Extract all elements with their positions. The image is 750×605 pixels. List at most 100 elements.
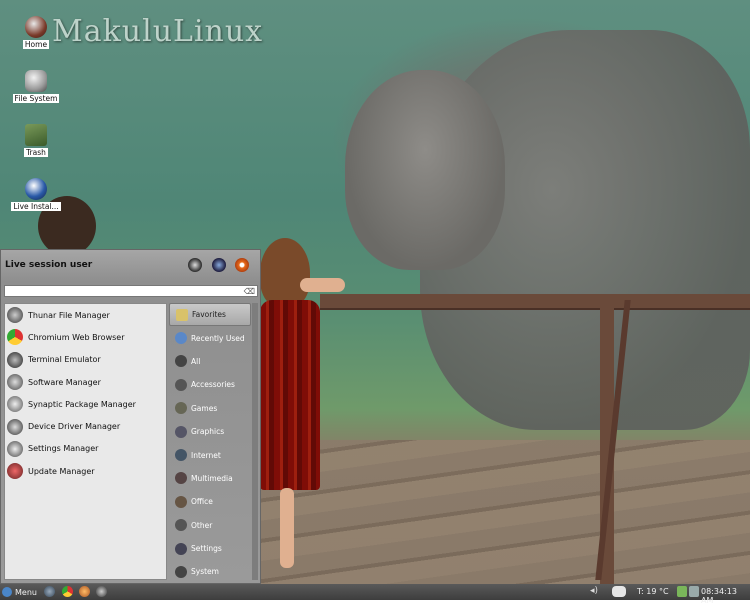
desktop-icon-home[interactable]: Home bbox=[4, 16, 68, 49]
driver-icon bbox=[7, 418, 23, 435]
category-label: Games bbox=[191, 403, 218, 413]
girl-leg bbox=[280, 488, 294, 568]
taskbar: Menu ◂) T: 19 °C 08:34:13 AM bbox=[0, 584, 750, 605]
category-label: Settings bbox=[191, 544, 222, 554]
category-label: Favorites bbox=[192, 310, 226, 320]
menu-user-name: Live session user bbox=[5, 260, 93, 270]
wallpaper-girl bbox=[250, 238, 345, 578]
category-accessories[interactable]: Accessories bbox=[169, 373, 251, 396]
category-games[interactable]: Games bbox=[169, 397, 251, 420]
desktop-icon-trash[interactable]: Trash bbox=[4, 124, 68, 157]
settings-icon bbox=[7, 440, 23, 457]
show-desktop-icon[interactable] bbox=[44, 586, 55, 597]
system-icon bbox=[175, 565, 187, 578]
package-manager-icon bbox=[7, 396, 23, 413]
desktop-icon-label: Live Instal... bbox=[11, 202, 61, 211]
desktop-icon-file-system[interactable]: File System bbox=[4, 70, 68, 103]
category-other[interactable]: Other bbox=[169, 514, 251, 537]
category-label: System bbox=[191, 567, 219, 577]
menu-button[interactable]: Menu bbox=[2, 586, 37, 598]
start-menu: Live session user ⌫ Thunar File Manager … bbox=[0, 249, 261, 584]
girl-hair bbox=[260, 238, 310, 308]
app-item-settings-manager[interactable]: Settings Manager bbox=[5, 438, 166, 460]
multimedia-icon bbox=[175, 472, 187, 485]
app-item-label: Update Manager bbox=[28, 466, 95, 476]
lock-screen-icon[interactable] bbox=[188, 258, 202, 272]
menu-button-label: Menu bbox=[15, 587, 37, 597]
clear-search-icon[interactable]: ⌫ bbox=[244, 287, 255, 296]
desktop-icon-live-installer[interactable]: Live Instal... bbox=[4, 178, 68, 211]
category-internet[interactable]: Internet bbox=[169, 443, 251, 466]
network-icon[interactable] bbox=[689, 586, 699, 597]
category-label: All bbox=[191, 356, 201, 366]
menu-search-field[interactable]: ⌫ bbox=[4, 285, 258, 297]
category-label: Graphics bbox=[191, 427, 225, 437]
clock[interactable]: 08:34:13 AM bbox=[701, 587, 750, 605]
category-multimedia[interactable]: Multimedia bbox=[169, 467, 251, 490]
category-favorites[interactable]: Favorites bbox=[169, 303, 251, 327]
update-icon bbox=[7, 463, 23, 480]
desktop-icon-label: Trash bbox=[24, 148, 48, 157]
file-manager-launcher-icon[interactable] bbox=[79, 586, 90, 597]
girl-dress bbox=[260, 300, 320, 490]
wallpaper-railing bbox=[320, 294, 750, 310]
switch-user-icon[interactable] bbox=[212, 258, 226, 272]
category-label: Internet bbox=[191, 450, 221, 460]
category-label: Accessories bbox=[191, 380, 235, 390]
menu-search-input[interactable] bbox=[5, 286, 257, 296]
app-item-thunar[interactable]: Thunar File Manager bbox=[5, 304, 166, 326]
app-item-chromium[interactable]: Chromium Web Browser bbox=[5, 326, 166, 348]
update-tray-icon[interactable] bbox=[677, 586, 687, 597]
temperature-readout: T: 19 °C bbox=[637, 587, 669, 596]
drive-icon bbox=[25, 70, 47, 92]
app-item-synaptic[interactable]: Synaptic Package Manager bbox=[5, 393, 166, 415]
app-item-label: Synaptic Package Manager bbox=[28, 399, 136, 409]
category-label: Recently Used bbox=[191, 333, 245, 343]
weather-icon[interactable] bbox=[612, 586, 626, 597]
app-item-label: Terminal Emulator bbox=[28, 355, 101, 365]
app-item-label: Settings Manager bbox=[28, 444, 99, 454]
graphics-icon bbox=[175, 425, 187, 438]
menu-header: Live session user bbox=[1, 250, 260, 282]
category-label: Multimedia bbox=[191, 473, 233, 483]
terminal-launcher-icon[interactable] bbox=[96, 586, 107, 597]
office-icon bbox=[175, 495, 187, 508]
girl-arm bbox=[300, 278, 345, 292]
browser-launcher-icon[interactable] bbox=[62, 586, 73, 597]
app-item-terminal[interactable]: Terminal Emulator bbox=[5, 349, 166, 371]
games-icon bbox=[175, 402, 187, 415]
app-item-update-manager[interactable]: Update Manager bbox=[5, 460, 166, 482]
volume-icon[interactable]: ◂) bbox=[590, 586, 600, 597]
internet-icon bbox=[175, 449, 187, 462]
category-system[interactable]: System bbox=[169, 560, 251, 583]
recent-icon bbox=[175, 332, 187, 345]
favorites-app-list: Thunar File Manager Chromium Web Browser… bbox=[4, 303, 167, 580]
favorites-icon bbox=[176, 308, 188, 321]
wallpaper-title: MakuluLinux bbox=[52, 14, 264, 49]
home-icon bbox=[25, 16, 47, 38]
category-office[interactable]: Office bbox=[169, 490, 251, 513]
wallpaper-hippo-head bbox=[345, 70, 505, 270]
menu-icon bbox=[2, 587, 12, 597]
category-recently-used[interactable]: Recently Used bbox=[169, 326, 251, 349]
app-item-label: Software Manager bbox=[28, 377, 101, 387]
app-item-label: Thunar File Manager bbox=[28, 310, 110, 320]
accessories-icon bbox=[175, 378, 187, 391]
app-item-software-manager[interactable]: Software Manager bbox=[5, 371, 166, 393]
category-settings[interactable]: Settings bbox=[169, 537, 251, 560]
desktop-icon-label: File System bbox=[12, 94, 60, 103]
app-item-label: Device Driver Manager bbox=[28, 422, 121, 432]
menu-category-list: Favorites Recently Used All Accessories … bbox=[169, 303, 251, 580]
category-graphics[interactable]: Graphics bbox=[169, 420, 251, 443]
software-manager-icon bbox=[7, 374, 23, 391]
all-apps-icon bbox=[175, 355, 187, 368]
power-icon[interactable] bbox=[235, 258, 249, 272]
installer-icon bbox=[25, 178, 47, 200]
desktop-icon-label: Home bbox=[22, 40, 50, 49]
file-manager-icon bbox=[7, 307, 23, 324]
app-item-device-driver[interactable]: Device Driver Manager bbox=[5, 415, 166, 437]
terminal-icon bbox=[7, 351, 23, 368]
trash-icon bbox=[25, 124, 47, 146]
menu-scrollbar[interactable] bbox=[252, 303, 258, 580]
category-all[interactable]: All bbox=[169, 350, 251, 373]
